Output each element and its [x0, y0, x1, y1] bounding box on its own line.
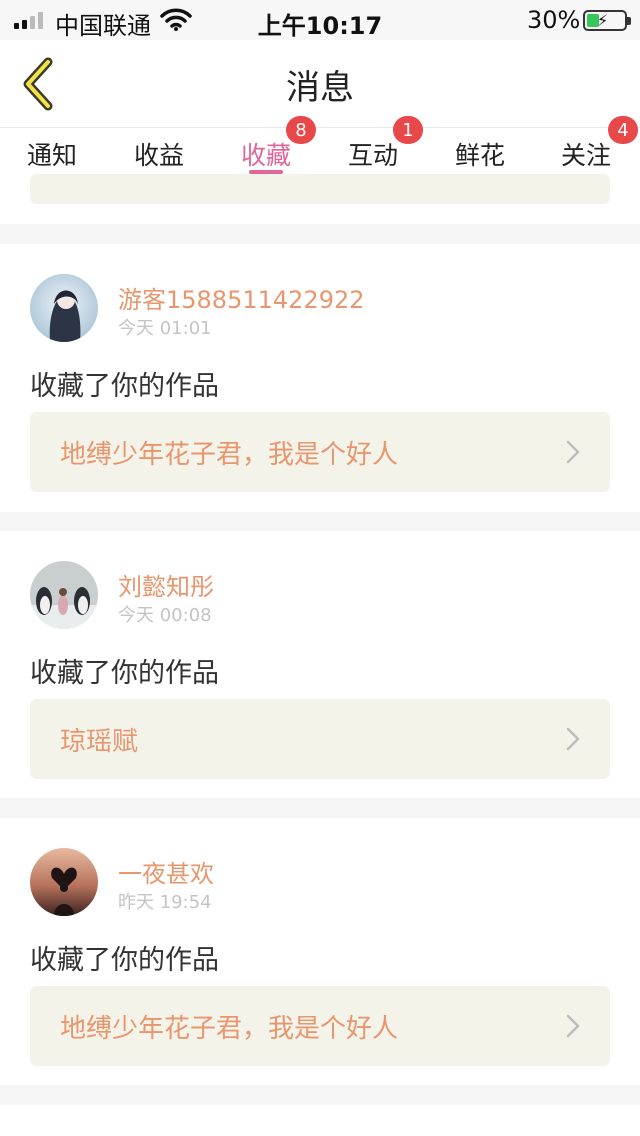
- chevron-right-icon: [566, 440, 580, 464]
- avatar[interactable]: [30, 274, 98, 342]
- tab-label: 互动: [348, 141, 399, 170]
- tab-notice[interactable]: 通知: [27, 136, 77, 172]
- username[interactable]: 一夜甚欢: [118, 854, 214, 889]
- action-text: 收藏了你的作品: [30, 371, 219, 402]
- nav-header: 消息: [0, 40, 640, 128]
- work-title: 琼瑶赋: [60, 727, 139, 757]
- message-card: 刘懿知彤 今天 00:08 收藏了你的作品 琼瑶赋: [0, 531, 640, 798]
- message-card: 一夜甚欢 昨天 19:54 收藏了你的作品 地缚少年花子君，我是个好人: [0, 818, 640, 1085]
- unread-badge: 4: [608, 116, 638, 144]
- action-text: 收藏了你的作品: [30, 945, 219, 976]
- message-time: 今天 00:08: [118, 605, 212, 626]
- unread-badge: 8: [286, 116, 316, 144]
- messages-screen: 中国联通 上午10:17 30% ⚡ 消息 通知 收益 收藏 8 互动 1 鲜花…: [0, 0, 640, 1136]
- message-tabs: 通知 收益 收藏 8 互动 1 鲜花 关注 4: [0, 116, 640, 180]
- tab-label: 通知: [27, 141, 78, 170]
- message-card: 游客1588511422922 今天 01:01 收藏了你的作品 地缚少年花子君…: [0, 244, 640, 512]
- charging-icon: ⚡: [597, 11, 609, 30]
- work-title: 地缚少年花子君，我是个好人: [60, 1014, 399, 1044]
- work-link[interactable]: 地缚少年花子君，我是个好人: [30, 412, 610, 492]
- message-time: 昨天 19:54: [118, 892, 212, 913]
- page-title: 消息: [286, 68, 354, 108]
- tab-label: 收益: [134, 141, 185, 170]
- chevron-right-icon: [566, 727, 580, 751]
- tab-interaction[interactable]: 互动 1: [348, 116, 423, 172]
- battery-icon: ⚡: [583, 10, 631, 31]
- unread-badge: 1: [393, 116, 423, 144]
- chevron-right-icon: [566, 1014, 580, 1038]
- action-text: 收藏了你的作品: [30, 658, 219, 689]
- username[interactable]: 游客1588511422922: [118, 280, 365, 315]
- avatar[interactable]: [30, 848, 98, 916]
- work-title: 地缚少年花子君，我是个好人: [60, 440, 399, 470]
- message-card-partial: [0, 1105, 640, 1136]
- message-time: 今天 01:01: [118, 318, 212, 339]
- work-link[interactable]: 琼瑶赋: [30, 699, 610, 779]
- tab-label: 关注: [561, 141, 612, 170]
- status-bar: 中国联通 上午10:17 30% ⚡: [0, 0, 640, 40]
- tab-follow[interactable]: 关注 4: [561, 116, 638, 172]
- username[interactable]: 刘懿知彤: [118, 567, 214, 602]
- tab-flowers[interactable]: 鲜花: [455, 136, 505, 172]
- tab-favorites[interactable]: 收藏 8: [241, 116, 316, 172]
- tab-label: 鲜花: [455, 141, 506, 170]
- tab-earnings[interactable]: 收益: [134, 136, 184, 172]
- tab-label: 收藏: [241, 141, 292, 170]
- work-link-partial[interactable]: [30, 174, 610, 204]
- work-link[interactable]: 地缚少年花子君，我是个好人: [30, 986, 610, 1066]
- avatar[interactable]: [30, 561, 98, 629]
- message-card-partial: [0, 174, 640, 224]
- battery-percentage: 30%: [527, 6, 581, 34]
